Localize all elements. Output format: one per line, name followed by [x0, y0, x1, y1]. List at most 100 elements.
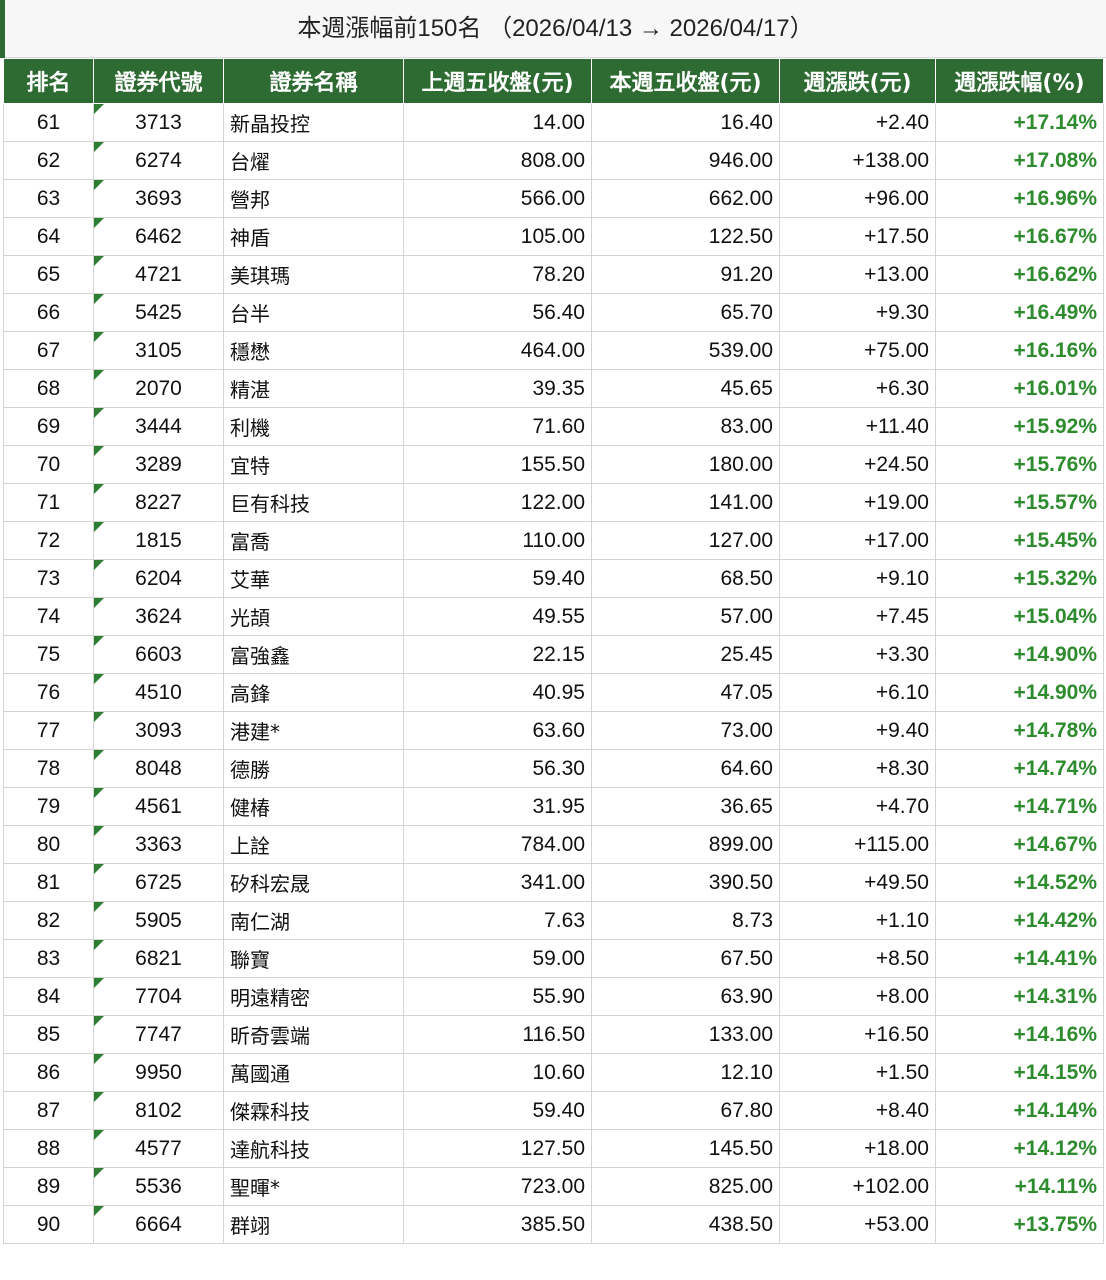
cell-change[interactable]: +9.10	[779, 559, 936, 598]
cell-prev-close[interactable]: 71.60	[403, 407, 592, 446]
cell-change[interactable]: +8.30	[779, 749, 936, 788]
cell-change-pct[interactable]: +14.31%	[935, 977, 1104, 1016]
cell-rank[interactable]: 64	[3, 217, 94, 256]
cell-prev-close[interactable]: 55.90	[403, 977, 592, 1016]
cell-prev-close[interactable]: 14.00	[403, 103, 592, 142]
table-row[interactable]: 83 6821 聯寶 59.00 67.50 +8.50 +14.41%	[3, 939, 1104, 978]
cell-change[interactable]: +6.30	[779, 369, 936, 408]
cell-code[interactable]: 4561	[93, 787, 224, 826]
cell-change[interactable]: +115.00	[779, 825, 936, 864]
cell-close[interactable]: 16.40	[591, 103, 780, 142]
table-row[interactable]: 82 5905 南仁湖 7.63 8.73 +1.10 +14.42%	[3, 901, 1104, 940]
cell-change-pct[interactable]: +14.71%	[935, 787, 1104, 826]
cell-name[interactable]: 聯寶	[223, 939, 404, 978]
cell-name[interactable]: 德勝	[223, 749, 404, 788]
cell-change-pct[interactable]: +14.67%	[935, 825, 1104, 864]
cell-rank[interactable]: 67	[3, 331, 94, 370]
cell-change[interactable]: +96.00	[779, 179, 936, 218]
cell-rank[interactable]: 65	[3, 255, 94, 294]
cell-prev-close[interactable]: 808.00	[403, 141, 592, 180]
cell-change-pct[interactable]: +15.32%	[935, 559, 1104, 598]
cell-rank[interactable]: 79	[3, 787, 94, 826]
cell-change[interactable]: +8.40	[779, 1091, 936, 1130]
cell-change-pct[interactable]: +16.16%	[935, 331, 1104, 370]
cell-rank[interactable]: 88	[3, 1129, 94, 1168]
cell-change-pct[interactable]: +17.08%	[935, 141, 1104, 180]
cell-change[interactable]: +13.00	[779, 255, 936, 294]
cell-code[interactable]: 6274	[93, 141, 224, 180]
cell-prev-close[interactable]: 385.50	[403, 1205, 592, 1244]
table-row[interactable]: 68 2070 精湛 39.35 45.65 +6.30 +16.01%	[3, 369, 1104, 408]
cell-rank[interactable]: 81	[3, 863, 94, 902]
cell-change-pct[interactable]: +16.67%	[935, 217, 1104, 256]
cell-change-pct[interactable]: +14.74%	[935, 749, 1104, 788]
cell-code[interactable]: 5425	[93, 293, 224, 332]
cell-rank[interactable]: 77	[3, 711, 94, 750]
cell-prev-close[interactable]: 78.20	[403, 255, 592, 294]
cell-change[interactable]: +11.40	[779, 407, 936, 446]
cell-code[interactable]: 7704	[93, 977, 224, 1016]
cell-close[interactable]: 67.50	[591, 939, 780, 978]
cell-close[interactable]: 25.45	[591, 635, 780, 674]
cell-change-pct[interactable]: +15.76%	[935, 445, 1104, 484]
table-row[interactable]: 78 8048 德勝 56.30 64.60 +8.30 +14.74%	[3, 749, 1104, 788]
cell-name[interactable]: 台半	[223, 293, 404, 332]
cell-rank[interactable]: 80	[3, 825, 94, 864]
header-prev-close[interactable]: 上週五收盤(元)	[403, 58, 592, 104]
cell-close[interactable]: 83.00	[591, 407, 780, 446]
cell-change[interactable]: +6.10	[779, 673, 936, 712]
cell-change-pct[interactable]: +15.04%	[935, 597, 1104, 636]
cell-prev-close[interactable]: 59.40	[403, 559, 592, 598]
cell-name[interactable]: 巨有科技	[223, 483, 404, 522]
cell-rank[interactable]: 73	[3, 559, 94, 598]
cell-change-pct[interactable]: +14.11%	[935, 1167, 1104, 1206]
cell-prev-close[interactable]: 723.00	[403, 1167, 592, 1206]
cell-prev-close[interactable]: 122.00	[403, 483, 592, 522]
cell-change-pct[interactable]: +15.45%	[935, 521, 1104, 560]
cell-change[interactable]: +4.70	[779, 787, 936, 826]
cell-code[interactable]: 6603	[93, 635, 224, 674]
cell-name[interactable]: 富強鑫	[223, 635, 404, 674]
cell-prev-close[interactable]: 566.00	[403, 179, 592, 218]
cell-close[interactable]: 122.50	[591, 217, 780, 256]
cell-close[interactable]: 36.65	[591, 787, 780, 826]
cell-change[interactable]: +3.30	[779, 635, 936, 674]
cell-name[interactable]: 精湛	[223, 369, 404, 408]
cell-name[interactable]: 南仁湖	[223, 901, 404, 940]
cell-code[interactable]: 3105	[93, 331, 224, 370]
cell-change-pct[interactable]: +14.16%	[935, 1015, 1104, 1054]
cell-rank[interactable]: 89	[3, 1167, 94, 1206]
cell-code[interactable]: 5905	[93, 901, 224, 940]
cell-code[interactable]: 2070	[93, 369, 224, 408]
cell-code[interactable]: 8102	[93, 1091, 224, 1130]
table-row[interactable]: 72 1815 富喬 110.00 127.00 +17.00 +15.45%	[3, 521, 1104, 560]
cell-name[interactable]: 利機	[223, 407, 404, 446]
table-row[interactable]: 65 4721 美琪瑪 78.20 91.20 +13.00 +16.62%	[3, 255, 1104, 294]
cell-name[interactable]: 台燿	[223, 141, 404, 180]
cell-prev-close[interactable]: 464.00	[403, 331, 592, 370]
table-row[interactable]: 62 6274 台燿 808.00 946.00 +138.00 +17.08%	[3, 141, 1104, 180]
cell-rank[interactable]: 63	[3, 179, 94, 218]
cell-rank[interactable]: 84	[3, 977, 94, 1016]
cell-name[interactable]: 高鋒	[223, 673, 404, 712]
cell-prev-close[interactable]: 116.50	[403, 1015, 592, 1054]
cell-code[interactable]: 3624	[93, 597, 224, 636]
cell-prev-close[interactable]: 59.00	[403, 939, 592, 978]
cell-rank[interactable]: 87	[3, 1091, 94, 1130]
cell-change-pct[interactable]: +14.90%	[935, 673, 1104, 712]
cell-close[interactable]: 47.05	[591, 673, 780, 712]
cell-rank[interactable]: 70	[3, 445, 94, 484]
cell-code[interactable]: 4721	[93, 255, 224, 294]
cell-name[interactable]: 艾華	[223, 559, 404, 598]
cell-rank[interactable]: 82	[3, 901, 94, 940]
cell-name[interactable]: 光頡	[223, 597, 404, 636]
cell-prev-close[interactable]: 31.95	[403, 787, 592, 826]
cell-change-pct[interactable]: +14.52%	[935, 863, 1104, 902]
table-row[interactable]: 87 8102 傑霖科技 59.40 67.80 +8.40 +14.14%	[3, 1091, 1104, 1130]
cell-change[interactable]: +9.30	[779, 293, 936, 332]
cell-change[interactable]: +138.00	[779, 141, 936, 180]
cell-change[interactable]: +49.50	[779, 863, 936, 902]
cell-close[interactable]: 73.00	[591, 711, 780, 750]
cell-code[interactable]: 3693	[93, 179, 224, 218]
cell-change-pct[interactable]: +16.62%	[935, 255, 1104, 294]
